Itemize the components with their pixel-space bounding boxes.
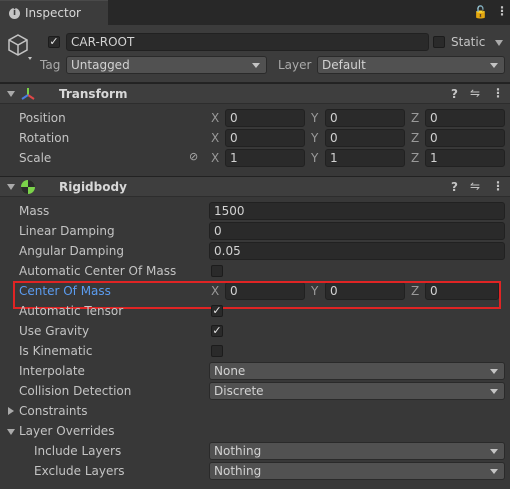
interpolate-label: Interpolate [19,364,85,378]
foldout-arrow-icon[interactable] [7,91,15,97]
chevron-down-icon [490,389,498,394]
constraints-label[interactable]: Constraints [19,404,87,418]
axis-z-label: Z [411,111,420,125]
position-x-field[interactable]: 0 [225,109,305,127]
tab-inspector[interactable]: i Inspector [0,0,108,25]
rotation-x-field[interactable]: 0 [225,129,305,147]
axis-x-label: X [211,151,220,165]
chevron-down-icon [490,469,498,474]
chevron-down-icon [490,449,498,454]
is-kinematic-label: Is Kinematic [19,344,93,358]
tag-dropdown[interactable]: Untagged [66,56,267,74]
collision-detection-dropdown[interactable]: Discrete [209,382,505,400]
object-name-field[interactable]: CAR-ROOT [66,33,429,51]
collision-detection-value: Discrete [214,384,264,398]
layer-label: Layer [278,58,312,72]
interpolate-dropdown[interactable]: None [209,362,505,380]
chevron-down-icon [490,63,498,68]
rotation-label: Rotation [19,131,70,145]
tag-label: Tag [40,58,61,72]
chevron-down-icon [490,369,498,374]
layer-dropdown[interactable]: Default [317,56,505,74]
transform-title: Transform [59,87,128,101]
exclude-layers-label: Exclude Layers [34,464,125,478]
gameobject-cube-icon[interactable] [6,33,36,63]
help-icon[interactable]: ? [451,180,458,194]
auto-tensor-checkbox[interactable]: ✓ [211,305,223,317]
axis-x-label: X [211,111,220,125]
more-menu-icon[interactable]: ⋮ [496,4,508,18]
axis-y-label: Y [311,151,319,165]
component-menu-icon[interactable]: ⋮ [492,86,504,100]
object-header: ✓ CAR-ROOT Static Tag Untagged Layer Def… [0,25,510,83]
include-layers-dropdown[interactable]: Nothing [209,442,505,460]
tab-label: Inspector [25,6,81,20]
transform-axis-icon [21,88,35,100]
axis-y-label: Y [311,131,319,145]
layer-value: Default [322,58,366,72]
foldout-arrow-icon[interactable] [7,184,15,190]
scale-z-field[interactable]: 1 [425,149,505,167]
layer-overrides-label[interactable]: Layer Overrides [19,424,114,438]
exclude-layers-value: Nothing [214,464,262,478]
component-menu-icon[interactable]: ⋮ [492,179,504,193]
position-y-field[interactable]: 0 [325,109,405,127]
is-kinematic-checkbox[interactable] [211,345,223,357]
tab-bar: i Inspector 🔓 ⋮ [0,0,510,25]
chevron-down-icon [252,63,260,68]
axis-x-label: X [211,131,220,145]
rigidbody-header[interactable]: Rigidbody ? ⇋ ⋮ [0,176,510,197]
constrain-proportions-icon[interactable]: ⊘ [189,150,198,163]
lock-icon[interactable]: 🔓 [473,5,488,19]
preset-sliders-icon[interactable]: ⇋ [470,179,480,193]
angular-damping-label: Angular Damping [19,244,124,258]
position-label: Position [19,111,66,125]
auto-center-of-mass-checkbox[interactable] [211,265,223,277]
tag-value: Untagged [71,58,130,72]
scale-y-field[interactable]: 1 [325,149,405,167]
mass-label: Mass [19,204,50,218]
transform-header[interactable]: Transform ? ⇋ ⋮ [0,83,510,104]
rotation-z-field[interactable]: 0 [425,129,505,147]
linear-damping-label: Linear Damping [19,224,115,238]
layer-overrides-foldout-icon[interactable] [7,429,15,435]
axis-y-label: Y [311,111,319,125]
scale-label: Scale [19,151,52,165]
use-gravity-label: Use Gravity [19,324,90,338]
rotation-y-field[interactable]: 0 [325,129,405,147]
angular-damping-field[interactable]: 0.05 [209,242,505,260]
use-gravity-checkbox[interactable]: ✓ [211,325,223,337]
info-icon: i [9,8,20,19]
static-checkbox[interactable] [433,36,445,48]
axis-z-label: Z [411,131,420,145]
axis-z-label: Z [411,151,420,165]
auto-center-of-mass-label: Automatic Center Of Mass [19,264,177,278]
linear-damping-field[interactable]: 0 [209,222,505,240]
interpolate-value: None [214,364,246,378]
auto-tensor-label: Automatic Tensor [19,304,124,318]
collision-detection-label: Collision Detection [19,384,132,398]
include-layers-label: Include Layers [34,444,122,458]
rigidbody-title: Rigidbody [59,180,127,194]
help-icon[interactable]: ? [451,87,458,101]
preset-sliders-icon[interactable]: ⇋ [470,86,480,100]
static-label: Static [451,35,486,49]
position-z-field[interactable]: 0 [425,109,505,127]
scale-x-field[interactable]: 1 [225,149,305,167]
constraints-foldout-icon[interactable] [8,407,14,415]
exclude-layers-dropdown[interactable]: Nothing [209,462,505,480]
mass-field[interactable]: 1500 [209,202,505,220]
include-layers-value: Nothing [214,444,262,458]
active-checkbox[interactable]: ✓ [48,36,60,48]
rigidbody-icon [21,180,35,194]
static-dropdown-arrow[interactable] [495,40,503,46]
